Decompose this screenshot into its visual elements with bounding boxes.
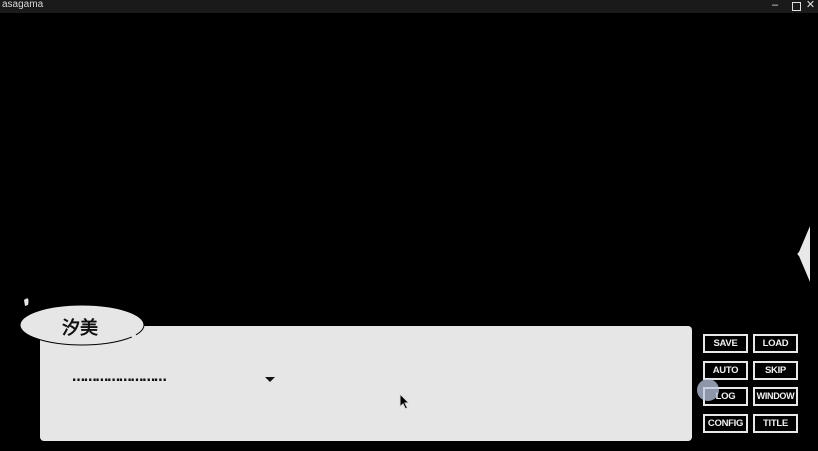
skip-button[interactable]: SKIP	[753, 361, 798, 380]
window-title: asagama	[2, 0, 44, 10]
window-button[interactable]: WINDOW	[753, 387, 798, 406]
touch-indicator	[697, 379, 719, 401]
window-title-bar: asagama – ✕	[0, 0, 818, 13]
minimize-button[interactable]: –	[764, 0, 786, 12]
next-page-arrow-icon	[265, 377, 275, 382]
title-button[interactable]: TITLE	[753, 414, 798, 433]
mouse-cursor-icon	[399, 393, 411, 410]
speaker-name: 汐美	[62, 318, 98, 339]
dialogue-text: ……………………	[72, 370, 167, 385]
auto-button[interactable]: AUTO	[703, 361, 748, 380]
config-button[interactable]: CONFIG	[703, 414, 748, 433]
side-panel-tab-icon[interactable]	[796, 226, 810, 282]
close-button[interactable]: ✕	[803, 0, 818, 12]
load-button[interactable]: LOAD	[753, 334, 798, 353]
save-button[interactable]: SAVE	[703, 334, 748, 353]
maximize-icon	[791, 2, 801, 11]
